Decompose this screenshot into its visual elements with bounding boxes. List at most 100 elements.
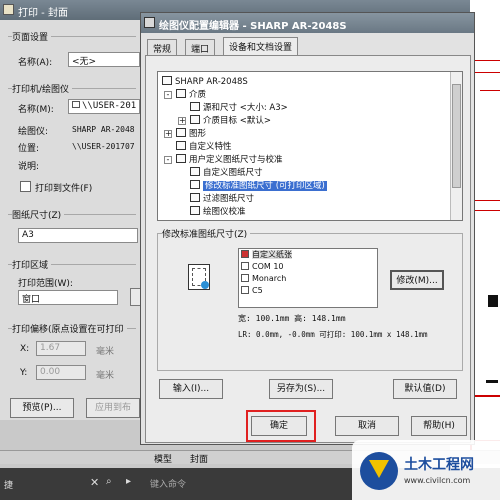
offset-x-label: X: [20,344,30,354]
tree-item-label: 绘图仪校准 [203,207,246,217]
printer-name-select[interactable]: \\USER-201 [68,99,140,114]
tab-cover[interactable]: 封面 [190,452,208,465]
cfg-title-bar: 绘图仪配置编辑器 - SHARP AR-2048S [141,13,474,33]
tree-scrollbar[interactable] [450,72,462,220]
print-range-label: 打印范围(W): [18,279,73,289]
collapse-icon[interactable]: - [164,156,172,164]
paper-size-item-icon [241,274,249,282]
print-title: 打印 - 封面 [18,8,68,19]
tree-item-label: 介质目标 <默认> [203,116,271,126]
modify-button[interactable]: 修改(M)... [390,270,444,290]
offset-y-input[interactable]: 0.00 [36,365,86,380]
paper-size-item-label: Monarch [252,274,287,283]
tree-item[interactable]: SHARP AR-2048S [162,76,248,88]
tree-item-label: 源和尺寸 <大小: A3> [203,103,288,113]
paper-size-item-icon [241,286,249,294]
tree-node-icon [190,167,200,176]
location-label: 位置: [18,144,40,154]
tree-item[interactable]: + 图形 [164,128,206,140]
description-label: 说明: [18,162,40,172]
import-button[interactable]: 输入(I)... [159,379,223,399]
print-to-file-checkbox[interactable] [20,181,31,192]
tree-node-icon [190,115,200,124]
paper-size-item[interactable]: C5 [239,285,377,297]
apply-to-layout-button[interactable]: 应用到布 [86,398,140,418]
tree-node-icon [190,206,200,215]
command-input[interactable]: 键入命令 [150,477,186,490]
settings-tree[interactable]: SHARP AR-2048S - 介质 源和尺寸 <大小: A3> + 介质目标 <默认>… [157,71,463,221]
offset-y-label: Y: [20,368,28,378]
close-icon[interactable]: ✕ [90,476,99,489]
tree-item-label: 自定义特性 [189,142,232,152]
tab-ports[interactable]: 端口 [185,39,216,55]
tree-node-icon [190,180,200,189]
command-prompt-icon: ▸ [126,476,132,487]
paper-size-select[interactable]: A3 [18,228,138,243]
tree-node-icon [162,76,172,85]
print-area-group: 打印区域 [8,258,136,314]
tab-device-doc-settings[interactable]: 设备和文档设置 [223,37,299,56]
tree-item-label: 自定义图纸尺寸 [203,168,263,178]
tree-node-icon [176,154,186,163]
tab-model[interactable]: 模型 [154,452,172,465]
margin-info: LR: 0.0mm, -0.0mm 可打印: 100.1mm x 148.1mm [238,330,428,339]
print-to-file-label: 打印到文件(F) [35,184,93,194]
search-icon[interactable]: ⌕ [106,476,112,487]
save-as-button[interactable]: 另存为(S)... [269,379,333,399]
offset-x-unit: 毫米 [96,347,115,357]
plotter-value: SHARP AR-2048 [72,125,135,134]
tree-node-icon [176,141,186,150]
tree-item-label: 介质 [189,90,207,100]
paper-size-item[interactable]: Monarch [239,273,377,285]
tree-item-label: SHARP AR-2048S [175,77,248,87]
offset-x-input[interactable]: 1.67 [36,341,86,356]
plotter-label: 绘图仪: [18,127,49,137]
paper-size-list[interactable]: 自定义纸张 COM 10 Monarch C5 [238,248,378,308]
tab-general[interactable]: 常规 [147,39,178,55]
help-button[interactable]: 帮助(H) [411,416,467,436]
paper-size-item-icon [241,262,249,270]
tree-item[interactable]: 自定义图纸尺寸 [190,167,263,179]
page-setup-name-select[interactable]: <无> [68,52,140,67]
page-setup-name-label: 名称(A): [18,58,53,68]
printer-icon [3,4,14,15]
paper-size-item-icon [241,250,249,258]
expand-icon[interactable]: + [178,117,186,125]
tree-scroll-thumb[interactable] [452,84,461,188]
tree-item[interactable]: 修改标准图纸尺寸 (可打印区域) [190,180,327,192]
cfg-title: 绘图仪配置编辑器 - SHARP AR-2048S [159,21,347,32]
watermark-logo-icon [360,452,398,490]
watermark-url: www.civilcn.com [404,476,471,485]
modify-standard-size-group: 修改标准图纸尺寸(Z) 自定义纸张 COM 10 Monarch C5 修改(M)..… [157,227,463,371]
watermark: 土木工程网 www.civilcn.com [352,440,500,500]
tree-node-icon [190,102,200,111]
defaults-button[interactable]: 默认值(D) [393,379,457,399]
tree-item[interactable]: - 介质 [164,89,207,101]
paper-size-item-label: COM 10 [252,262,284,271]
tree-node-icon [176,89,186,98]
printer-name-label: 名称(M): [18,105,54,115]
ok-highlight-box [246,410,316,442]
tree-item[interactable]: 过滤图纸尺寸 [190,193,254,205]
tree-item[interactable]: 绘图仪校准 [190,206,246,218]
tree-item[interactable]: - 用户定义图纸尺寸与校准 [164,154,283,166]
plotter-icon [144,17,155,28]
printer-small-icon [72,101,80,108]
location-value: \\USER-201707 [72,142,135,151]
cancel-button[interactable]: 取消 [335,416,399,436]
tree-item[interactable]: 自定义特性 [176,141,232,153]
tree-item-label: 修改标准图纸尺寸 (可打印区域) [203,181,327,191]
watermark-title: 土木工程网 [404,457,474,473]
tree-item[interactable]: 源和尺寸 <大小: A3> [190,102,288,114]
plotter-config-dialog: 绘图仪配置编辑器 - SHARP AR-2048S 常规 端口 设备和文档设置 … [140,12,475,445]
expand-icon[interactable]: + [164,130,172,138]
paper-size-item-label: 自定义纸张 [252,250,292,259]
print-range-select[interactable]: 窗口 [18,290,118,305]
paper-size-item[interactable]: COM 10 [239,261,377,273]
collapse-icon[interactable]: - [164,91,172,99]
paper-size-item[interactable]: 自定义纸张 [239,249,377,261]
offset-y-unit: 毫米 [96,371,115,381]
preview-button[interactable]: 预览(P)... [10,398,74,418]
tree-node-icon [190,193,200,202]
tree-item[interactable]: + 介质目标 <默认> [178,115,271,127]
